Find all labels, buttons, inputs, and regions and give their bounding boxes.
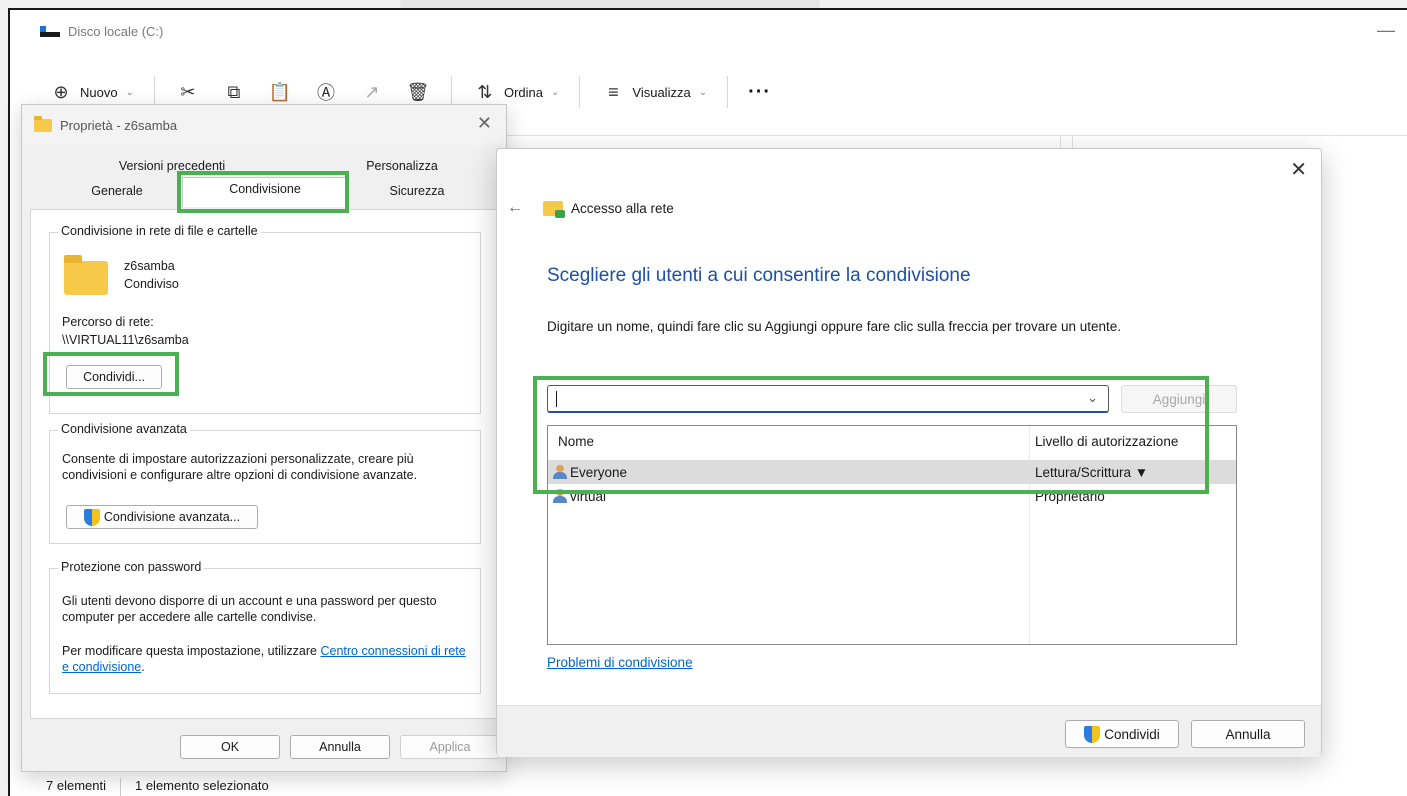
network-folder-icon: [543, 201, 565, 218]
share-confirm-button[interactable]: Condividi: [1065, 720, 1179, 748]
advanced-sharing-group: Condivisione avanzata Consente di impost…: [49, 422, 481, 544]
tab-general[interactable]: Generale: [52, 181, 182, 205]
item-count: 7 elementi: [46, 778, 106, 793]
cancel-button[interactable]: Annulla: [1191, 720, 1305, 748]
view-label: Visualizza: [632, 84, 691, 100]
uac-shield-icon: [1084, 725, 1101, 743]
change-suffix: .: [141, 660, 145, 674]
group-legend: Protezione con password: [58, 560, 205, 574]
back-arrow-icon[interactable]: ←: [507, 199, 523, 217]
share-icon: ↗: [364, 81, 380, 102]
chevron-down-icon: ⌄: [551, 86, 560, 98]
dialog-heading: Scegliere gli utenti a cui consentire la…: [547, 265, 971, 286]
column-header-line: [506, 135, 1407, 136]
apply-button[interactable]: Applica: [400, 735, 500, 759]
share-confirm-label: Condividi: [1104, 726, 1160, 742]
new-label: Nuovo: [80, 84, 118, 100]
change-prefix: Per modificare questa impostazione, util…: [62, 644, 321, 658]
network-path-label: Percorso di rete:: [62, 315, 154, 329]
close-icon[interactable]: ✕: [1290, 157, 1307, 182]
explorer-statusbar: 7 elementi 1 elemento selezionato: [46, 778, 269, 796]
ok-button[interactable]: OK: [180, 735, 280, 759]
window-title: Disco locale (C:): [68, 24, 164, 39]
sort-label: Ordina: [503, 84, 543, 100]
tab-security[interactable]: Sicurezza: [352, 181, 482, 205]
properties-title: Proprietà - z6samba: [60, 117, 178, 133]
drive-icon: [40, 25, 60, 38]
minimize-icon[interactable]: —: [1377, 20, 1395, 41]
folder-icon: [34, 115, 52, 132]
plus-circle-icon: ⊕: [53, 81, 69, 102]
clipboard-icon: 📋: [268, 81, 292, 102]
password-description: Gli utenti devono disporre di un account…: [62, 594, 437, 624]
highlight-share-button: [43, 352, 179, 396]
dialog-description: Digitare un nome, quindi fare clic su Ag…: [547, 319, 1122, 334]
scissors-icon: ✂: [180, 81, 196, 102]
password-change-text: Per modificare questa impostazione, util…: [62, 643, 476, 675]
sharing-tab-panel: Condivisione in rete di file e cartelle …: [30, 209, 498, 719]
folder-share-state: Condiviso: [124, 277, 179, 291]
view-button[interactable]: ≡ Visualizza ⌄: [590, 74, 717, 110]
highlight-user-entry: [533, 376, 1209, 494]
toolbar-separator: [579, 76, 581, 108]
advanced-sharing-description: Consente di impostare autorizzazioni per…: [62, 452, 418, 482]
highlight-sharing-tab: [177, 171, 349, 213]
network-path-value: \\VIRTUAL11\z6samba: [62, 333, 189, 347]
trash-icon: 🗑: [406, 81, 430, 102]
cancel-button[interactable]: Annulla: [290, 735, 390, 759]
chevron-down-icon: ⌄: [125, 86, 134, 98]
advanced-sharing-button[interactable]: Condivisione avanzata...: [66, 505, 258, 529]
rename-icon: Ⓐ: [316, 83, 335, 103]
group-legend: Condivisione in rete di file e cartelle: [58, 224, 261, 238]
status-separator: [119, 778, 121, 796]
folder-name: z6samba: [124, 259, 175, 273]
advanced-sharing-button-label: Condivisione avanzata...: [103, 510, 241, 524]
sort-icon: ⇅: [477, 81, 493, 102]
group-legend: Condivisione avanzata: [58, 422, 190, 436]
copy-icon: ⧉: [227, 81, 241, 102]
view-lines-icon: ≡: [608, 81, 619, 102]
sharing-problems-link[interactable]: Problemi di condivisione: [547, 655, 693, 670]
toolbar-separator: [727, 76, 729, 108]
more-options-button[interactable]: ···: [738, 74, 781, 110]
properties-footer: OK Annulla Applica: [22, 725, 506, 771]
explorer-titlebar: Disco locale (C:): [40, 24, 163, 39]
close-icon[interactable]: ✕: [477, 113, 492, 134]
uac-shield-icon: [83, 508, 100, 526]
properties-titlebar: Proprietà - z6samba: [22, 105, 506, 145]
dialog-footer: Condividi Annulla: [497, 705, 1321, 757]
selected-count: 1 elemento selezionato: [134, 778, 269, 793]
shared-folder-icon: [64, 255, 108, 295]
chevron-down-icon: ⌄: [698, 86, 708, 98]
password-protection-group: Protezione con password Gli utenti devon…: [49, 560, 481, 694]
dialog-header-title: Accesso alla rete: [571, 201, 674, 216]
dialog-header: Accesso alla rete: [543, 201, 674, 218]
